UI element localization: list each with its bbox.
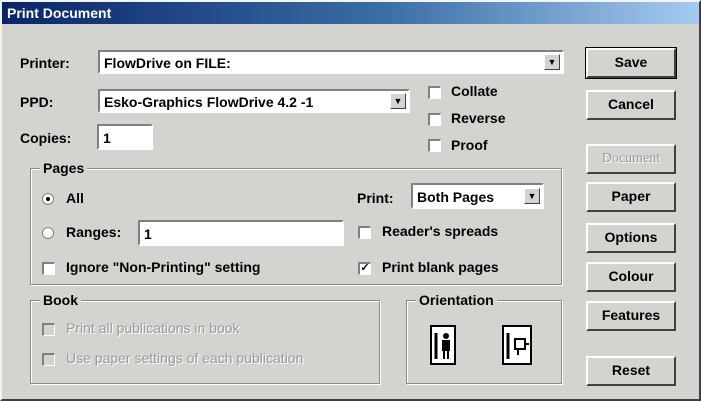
all-label: All [66,190,84,206]
landscape-orientation-icon[interactable] [502,325,532,365]
readers-spreads-checkbox[interactable] [358,226,371,239]
print-pages-value: Both Pages [417,189,495,205]
paper-button[interactable]: Paper [586,182,676,212]
window-title: Print Document [7,5,112,21]
reverse-label: Reverse [451,110,506,126]
all-radio[interactable] [42,193,54,205]
ppd-label: PPD: [20,94,54,110]
reset-button[interactable]: Reset [586,356,676,386]
print-all-pubs-checkbox[interactable] [42,323,55,336]
copies-input[interactable]: 1 [97,124,153,150]
use-paper-settings-label: Use paper settings of each publication [66,350,304,366]
features-button[interactable]: Features [586,301,676,331]
print-label: Print: [357,190,394,206]
options-button[interactable]: Options [586,223,676,253]
chevron-down-icon[interactable]: ▼ [544,54,560,70]
ignore-nonprinting-label: Ignore "Non-Printing" setting [66,259,261,275]
proof-checkbox[interactable] [428,139,441,152]
print-pages-select[interactable]: Both Pages ▼ [411,183,544,209]
ppd-value: Esko-Graphics FlowDrive 4.2 -1 [104,94,314,110]
title-bar[interactable]: Print Document [2,2,699,24]
portrait-orientation-icon[interactable] [430,325,456,365]
copies-label: Copies: [20,130,72,146]
print-blank-label: Print blank pages [382,259,499,275]
ranges-label: Ranges: [66,224,122,240]
collate-checkbox[interactable] [428,86,441,99]
copies-value: 1 [103,130,111,146]
print-blank-checkbox[interactable]: ✓ [358,262,371,275]
ranges-radio[interactable] [42,227,54,239]
chevron-down-icon[interactable]: ▼ [390,93,406,109]
chevron-down-icon[interactable]: ▼ [524,188,540,204]
book-group-title: Book [40,292,81,308]
printer-value: FlowDrive on FILE: [104,55,231,71]
use-paper-settings-checkbox[interactable] [42,353,55,366]
printer-select[interactable]: FlowDrive on FILE: ▼ [98,50,564,74]
ignore-nonprinting-checkbox[interactable] [42,262,55,275]
collate-label: Collate [451,83,498,99]
reverse-checkbox[interactable] [428,113,441,126]
colour-button[interactable]: Colour [586,262,676,292]
ranges-input[interactable]: 1 [138,220,344,246]
printer-label: Printer: [20,55,70,71]
readers-spreads-label: Reader's spreads [382,223,499,239]
print-all-pubs-label: Print all publications in book [66,320,240,336]
ppd-select[interactable]: Esko-Graphics FlowDrive 4.2 -1 ▼ [98,89,410,113]
proof-label: Proof [451,137,488,153]
save-button[interactable]: Save [585,47,677,79]
orientation-group-title: Orientation [416,292,497,308]
print-document-dialog: Print Document Printer: FlowDrive on FIL… [0,0,701,401]
cancel-button[interactable]: Cancel [586,90,676,120]
book-group [30,300,380,384]
pages-group-title: Pages [40,160,88,176]
ranges-value: 1 [144,226,152,242]
document-button[interactable]: Document [586,144,676,174]
